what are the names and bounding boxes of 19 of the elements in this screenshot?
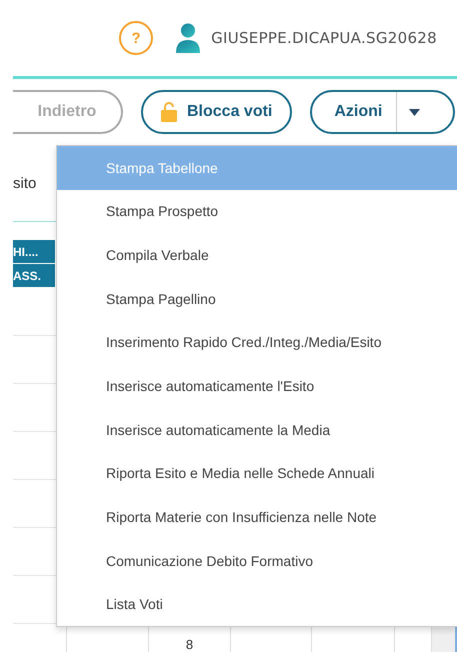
caret-icon[interactable] — [409, 108, 420, 116]
padlock-icon — [161, 102, 177, 122]
column-header: sito — [13, 174, 38, 194]
menu-item[interactable]: Riporta Materie con Insufficienza nelle Note — [57, 495, 457, 539]
menu-item[interactable]: Lista Voti — [57, 582, 457, 626]
lock-votes-button[interactable]: Blocca voti — [141, 90, 292, 134]
menu-item[interactable]: Riporta Esito e Media nelle Schede Annuali — [57, 451, 457, 496]
menu-item[interactable]: Compila Verbale — [57, 233, 457, 277]
actions-split-button[interactable]: Azioni — [310, 90, 455, 134]
menu-item[interactable]: Inserisce automaticamente la Media — [57, 408, 457, 452]
menu-item[interactable]: Stampa Pagellino — [57, 276, 457, 321]
user-name[interactable]: GIUSEPPE.DICAPUA.SG20628 — [211, 29, 437, 47]
header-cell: HI.... — [13, 240, 55, 264]
header-cell: ASS. — [13, 264, 55, 288]
menu-item[interactable]: Inserisce automaticamente l'Esito — [57, 364, 457, 408]
user-icon — [175, 23, 202, 53]
menu-item[interactable]: Inserimento Rapido Cred./Integ./Media/Esito — [57, 320, 457, 364]
menu-item[interactable]: Stampa Prospetto — [57, 190, 457, 234]
menu-item[interactable]: Comunicazione Debito Formativo — [57, 538, 457, 582]
